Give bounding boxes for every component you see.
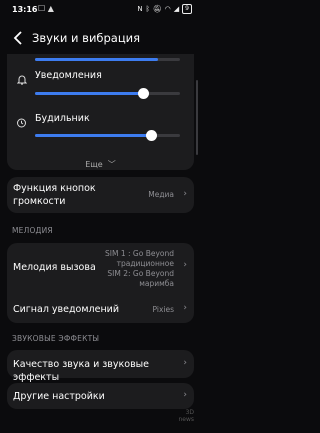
chevron-right-icon: ›: [183, 358, 187, 368]
sound-quality-title: Качество звука и звуковые эффекты: [13, 359, 150, 383]
section-label-sound-effects: ЗВУКОВЫЕ ЭФФЕКТЫ: [12, 334, 100, 343]
volume-keys-row[interactable]: Функция кнопок громкости Медиа ›: [7, 177, 194, 213]
melody-card: Мелодия вызова SIM 1 : Go Beyond традици…: [7, 243, 194, 323]
volume-keys-title-line1: Функция кнопок: [13, 183, 96, 194]
media-volume-slider[interactable]: [35, 58, 180, 61]
more-label: Еще: [85, 160, 103, 169]
alarm-volume-slider[interactable]: [35, 130, 180, 141]
status-icons: N ᛒ 🔕︎ ◠ ◢ 9: [137, 4, 192, 14]
notification-signal-title: Сигнал уведомлений: [13, 304, 120, 315]
bluetooth-icon: ᛒ: [145, 5, 150, 13]
alarm-clock-icon: [16, 113, 27, 132]
watermark: 3D news: [178, 409, 194, 423]
chevron-right-icon: ›: [183, 189, 187, 199]
ringtone-title: Мелодия вызова: [13, 262, 96, 273]
chevron-down-icon: ﹀: [107, 160, 116, 169]
page-title: Звуки и вибрация: [32, 31, 141, 45]
notifications-volume-label: Уведомления: [35, 70, 102, 81]
volume-card: Уведомления Будильник Еще ﹀: [7, 54, 194, 170]
volume-keys-value: Медиа: [148, 190, 174, 199]
other-settings-title: Другие настройки: [13, 391, 105, 402]
notification-dot-icon: ☐ ▲: [38, 4, 54, 13]
notification-icons: ☐ ▲: [38, 4, 54, 13]
back-button[interactable]: [10, 29, 26, 47]
battery-icon: 9: [182, 4, 192, 14]
status-time: 13:16: [12, 5, 38, 14]
sound-quality-row[interactable]: Качество звука и звуковые эффекты ›: [7, 350, 194, 383]
ringtone-value-4: маримба: [139, 279, 174, 288]
slider-knob[interactable]: [138, 88, 149, 99]
ringtone-value-1: SIM 1 : Go Beyond: [105, 249, 174, 258]
wifi-icon: ◠: [164, 5, 171, 13]
other-settings-row[interactable]: Другие настройки ›: [7, 383, 194, 409]
signal-icon: ◢: [173, 5, 180, 13]
bell-icon: [16, 70, 28, 89]
volume-keys-title-line2: громкости: [13, 196, 66, 207]
alarm-volume-label: Будильник: [35, 113, 90, 124]
notifications-volume-slider[interactable]: [35, 88, 180, 99]
ringtone-row[interactable]: Мелодия вызова SIM 1 : Go Beyond традици…: [7, 243, 194, 295]
section-label-melody: МЕЛОДИЯ: [12, 226, 53, 235]
chevron-right-icon: ›: [183, 260, 187, 270]
nfc-icon: N: [137, 5, 143, 13]
notification-signal-row[interactable]: Сигнал уведомлений Pixies ›: [7, 295, 194, 323]
ringtone-value-3: SIM 2: Go Beyond: [107, 269, 174, 278]
notification-signal-value: Pixies: [152, 305, 175, 314]
chevron-left-icon: [13, 31, 22, 45]
chevron-right-icon: ›: [183, 303, 187, 313]
more-button[interactable]: Еще ﹀: [7, 152, 194, 171]
chevron-right-icon: ›: [183, 390, 187, 400]
scrollbar[interactable]: [196, 80, 198, 155]
slider-knob[interactable]: [146, 130, 157, 141]
mute-icon: 🔕︎: [152, 5, 162, 13]
ringtone-value-2: традиционное: [116, 259, 174, 268]
